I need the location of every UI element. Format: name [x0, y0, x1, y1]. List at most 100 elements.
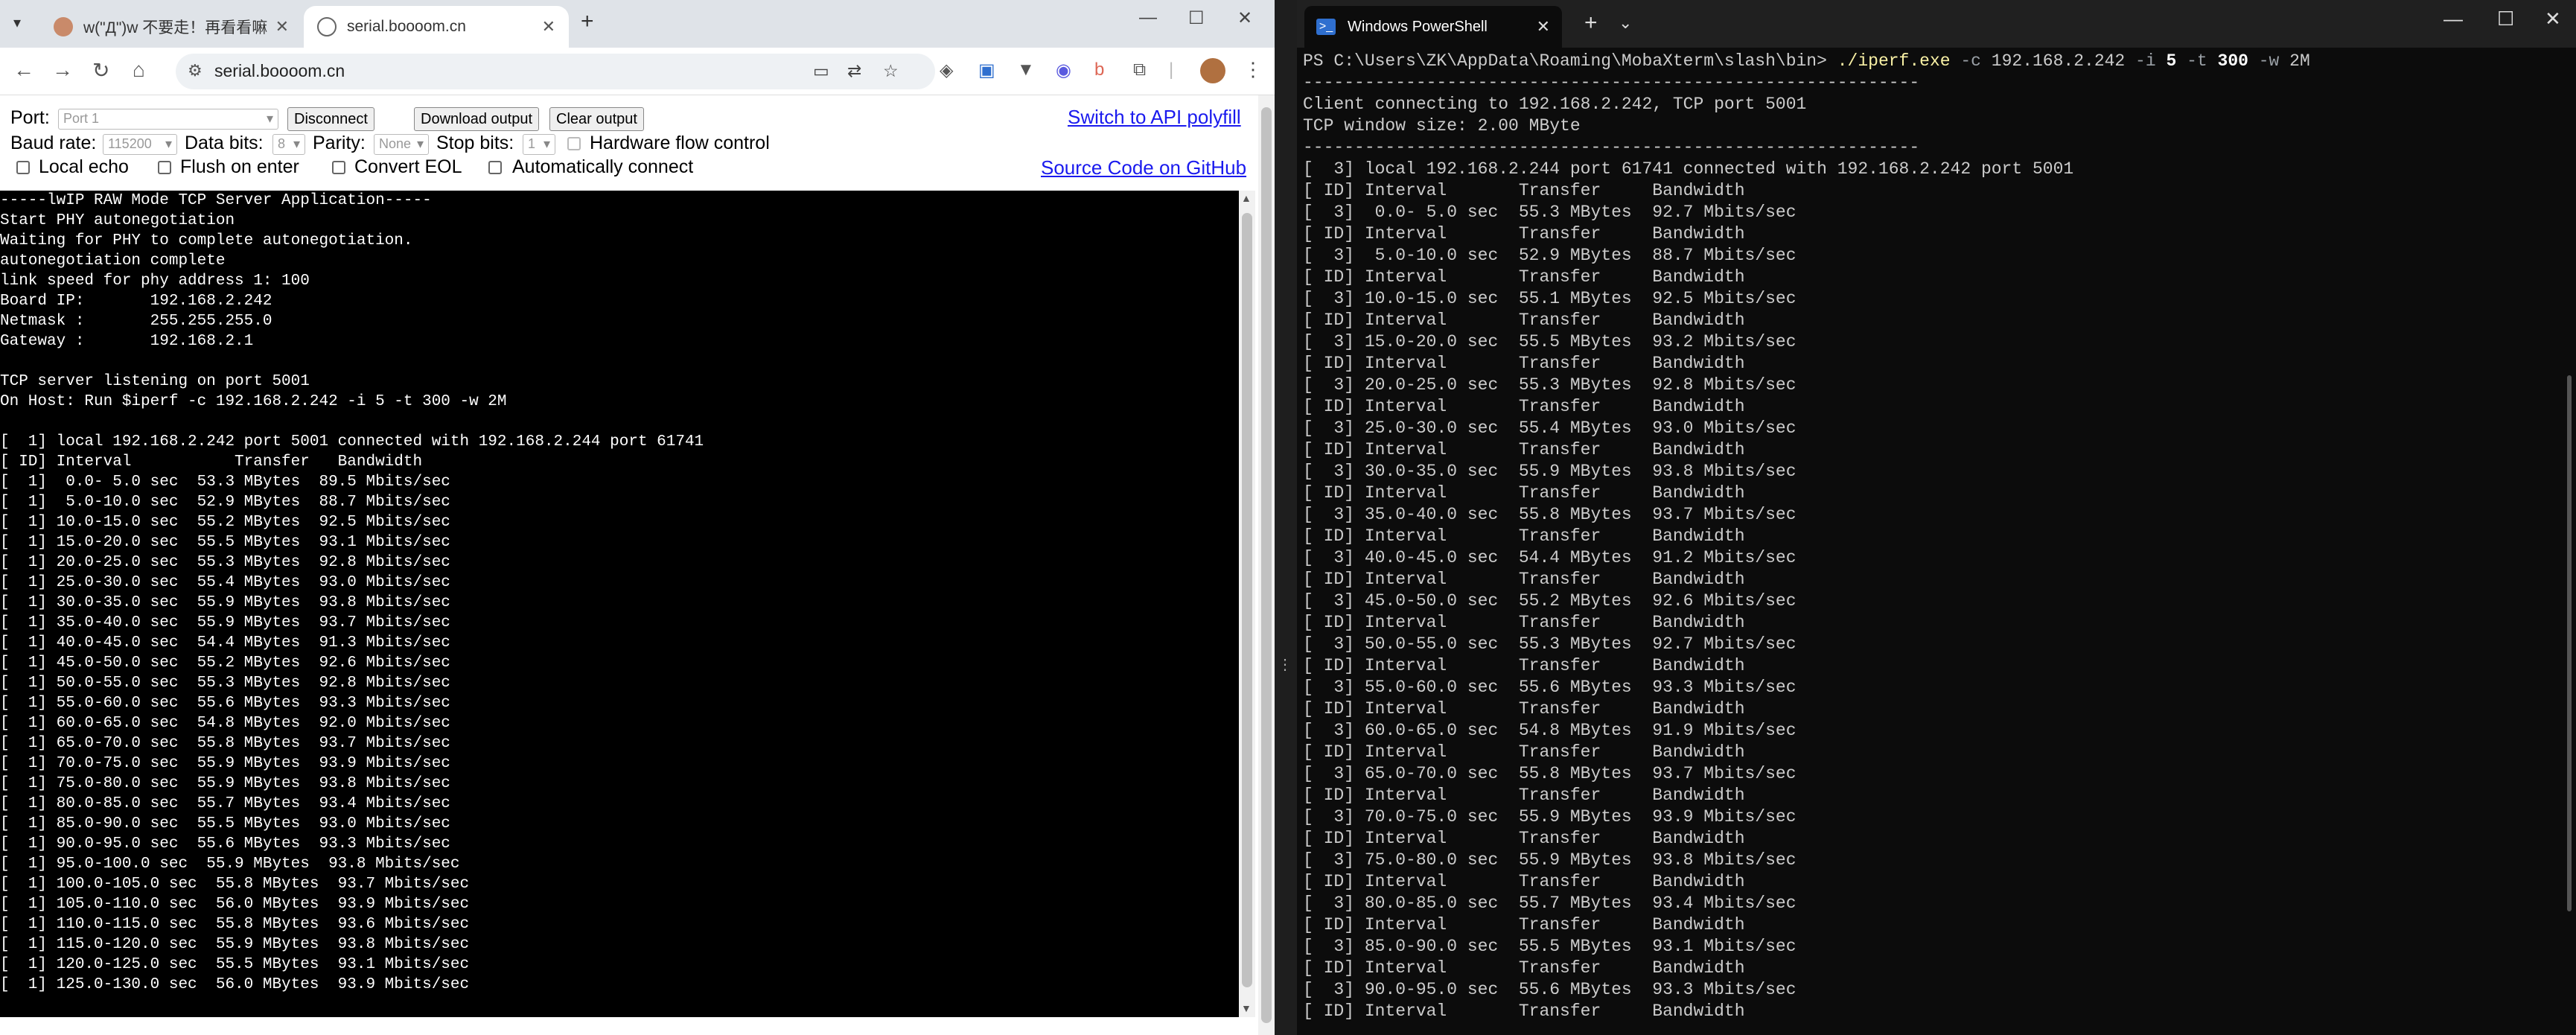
data-bits-select[interactable]: 8 [272, 134, 305, 155]
tab-title: w("Д")w 不要走！再看看嘛！ [83, 19, 270, 36]
output-line: [ ID] Interval Transfer Bandwidth [1303, 526, 1745, 546]
extension-icon[interactable]: ▣ [978, 60, 995, 81]
globe-icon [317, 17, 337, 36]
scrollbar-thumb[interactable] [1242, 213, 1252, 987]
disconnect-button[interactable]: Disconnect [287, 107, 374, 131]
output-line: [ 3] 55.0-60.0 sec 55.6 MBytes 93.3 Mbit… [1303, 678, 1796, 697]
tab-inactive[interactable]: w("Д")w 不要走！再看看嘛！ ✕ [40, 6, 302, 48]
home-icon[interactable]: ⌂ [133, 58, 145, 82]
menu-icon[interactable]: ⋮ [1243, 58, 1263, 81]
port-select[interactable]: Port 1 [58, 109, 278, 130]
terminal-line: TCP server listening on port 5001 [0, 373, 310, 390]
auto-connect-checkbox[interactable] [488, 161, 502, 174]
new-tab-button[interactable]: + [1584, 10, 1598, 36]
terminal-line: Gateway : 192.168.2.1 [0, 333, 254, 350]
output-line: [ ID] Interval Transfer Bandwidth [1303, 656, 1745, 675]
terminal-line: [ 1] 70.0-75.0 sec 55.9 MBytes 93.9 Mbit… [0, 755, 450, 772]
flush-on-enter-checkbox[interactable] [158, 161, 171, 174]
command-line: PS C:\Users\ZK\AppData\Roaming\MobaXterm… [1303, 51, 2310, 72]
hardware-flow-control-checkbox[interactable] [567, 137, 581, 150]
output-line: [ ID] Interval Transfer Bandwidth [1303, 224, 1745, 243]
terminal-line: [ 1] 5.0-10.0 sec 52.9 MBytes 88.7 Mbits… [0, 494, 450, 511]
output-line: [ ID] Interval Transfer Bandwidth [1303, 958, 1745, 978]
clear-output-button[interactable]: Clear output [549, 107, 644, 131]
local-echo-label: Local echo [39, 156, 129, 177]
stop-bits-select[interactable]: 1 [523, 134, 555, 155]
output-line: [ 3] 75.0-80.0 sec 55.9 MBytes 93.8 Mbit… [1303, 850, 1796, 870]
output-line: [ 3] 65.0-70.0 sec 55.8 MBytes 93.7 Mbit… [1303, 764, 1796, 783]
scroll-up-arrow[interactable]: ▲ [1241, 192, 1252, 204]
tab-title: Windows PowerShell [1348, 18, 1488, 35]
output-line: [ ID] Interval Transfer Bandwidth [1303, 483, 1745, 503]
divider: | [1169, 60, 1174, 80]
prompt: PS C:\Users\ZK\AppData\Roaming\MobaXterm… [1303, 51, 1827, 71]
output-line: [ 3] 80.0-85.0 sec 55.7 MBytes 93.4 Mbit… [1303, 894, 1796, 913]
maximize-icon[interactable]: ☐ [1188, 7, 1205, 29]
terminal-line: [ ID] Interval Transfer Bandwidth [0, 453, 423, 471]
source-code-github-link[interactable]: Source Code on GitHub [1041, 156, 1246, 179]
bookmark-star-icon[interactable]: ☆ [883, 61, 899, 81]
terminal-line: [ 1] 110.0-115.0 sec 55.8 MBytes 93.6 Mb… [0, 916, 470, 933]
page-scrollbar[interactable] [1258, 95, 1275, 1035]
browser-toolbar: ← → ↻ ⌂ ⚙ serial.boooom.cn ▭ ⇄ ☆ ◈ ▣ ▼ ◉… [0, 48, 1275, 95]
output-line: [ ID] Interval Transfer Bandwidth [1303, 1001, 1745, 1021]
chevron-down-icon[interactable]: ⌄ [1619, 13, 1632, 33]
terminal-line: Netmask : 255.255.255.0 [0, 313, 272, 330]
site-info-icon[interactable]: ⚙ [188, 61, 203, 80]
address-bar[interactable]: ⚙ serial.boooom.cn ▭ ⇄ ☆ [176, 54, 935, 89]
close-tab-icon[interactable]: ✕ [275, 17, 289, 36]
scrollbar-thumb[interactable] [1261, 107, 1272, 1023]
output-line: [ 3] 40.0-45.0 sec 54.4 MBytes 91.2 Mbit… [1303, 548, 1796, 567]
tab-active[interactable]: serial.boooom.cn ✕ [304, 6, 569, 48]
terminal-line: Start PHY autonegotiation [0, 212, 235, 229]
extensions-puzzle-icon[interactable]: ⧉ [1133, 60, 1146, 80]
terminal-line: [ 1] 0.0- 5.0 sec 53.3 MBytes 89.5 Mbits… [0, 474, 450, 491]
browser-window: ▾ w("Д")w 不要走！再看看嘛！ ✕ serial.boooom.cn ✕… [0, 0, 1275, 1035]
terminal-scrollbar[interactable]: ▲ ▼ [1239, 191, 1255, 1017]
powershell-tab[interactable]: >_ Windows PowerShell ✕ [1304, 6, 1562, 48]
extension-icon[interactable]: ◉ [1056, 60, 1071, 81]
extension-icon[interactable]: b [1094, 60, 1104, 80]
output-line: [ 3] 90.0-95.0 sec 55.6 MBytes 93.3 Mbit… [1303, 980, 1796, 999]
forward-icon[interactable]: → [52, 58, 73, 82]
flush-on-enter-label: Flush on enter [180, 156, 299, 177]
terminal-line: [ 1] 85.0-90.0 sec 55.5 MBytes 93.0 Mbit… [0, 815, 450, 832]
output-line: [ 3] 0.0- 5.0 sec 55.3 MBytes 92.7 Mbits… [1303, 203, 1796, 222]
parity-select[interactable]: None [374, 134, 429, 155]
output-line: [ ID] Interval Transfer Bandwidth [1303, 699, 1745, 719]
baud-rate-select[interactable]: 115200 [103, 134, 177, 155]
command: ./iperf.exe [1837, 51, 1951, 71]
close-window-icon[interactable]: ✕ [1237, 7, 1252, 29]
command-argument: -c [1960, 51, 1981, 71]
maximize-icon[interactable]: ☐ [2497, 7, 2514, 31]
install-app-icon[interactable]: ▭ [813, 61, 829, 81]
back-icon[interactable]: ← [13, 58, 34, 82]
output-line: [ 3] 5.0-10.0 sec 52.9 MBytes 88.7 Mbits… [1303, 246, 1796, 265]
tab-search-icon[interactable]: ▾ [13, 13, 21, 32]
close-tab-icon[interactable]: ✕ [542, 17, 555, 36]
extension-icon[interactable]: ◈ [940, 60, 953, 81]
minimize-icon[interactable]: — [1139, 7, 1157, 28]
output-line: TCP window size: 2.00 MByte [1303, 116, 1581, 136]
close-tab-icon[interactable]: ✕ [1537, 17, 1550, 36]
terminal-line: [ 1] 115.0-120.0 sec 55.9 MBytes 93.8 Mb… [0, 936, 470, 953]
minimize-icon[interactable]: — [2443, 7, 2463, 31]
convert-eol-checkbox[interactable] [332, 161, 345, 174]
port-value: Port 1 [63, 111, 100, 126]
scrollbar-thumb[interactable] [2567, 375, 2572, 911]
local-echo-checkbox[interactable] [16, 161, 30, 174]
terminal-line: [ 1] local 192.168.2.242 port 5001 conne… [0, 433, 704, 450]
powershell-scrollbar[interactable] [2563, 48, 2576, 1035]
scroll-down-arrow[interactable]: ▼ [1241, 1002, 1252, 1014]
terminal-line: Board IP: 192.168.2.242 [0, 293, 272, 310]
output-line: [ ID] Interval Transfer Bandwidth [1303, 613, 1745, 632]
translate-icon[interactable]: ⇄ [847, 61, 861, 81]
profile-avatar[interactable] [1200, 58, 1225, 83]
switch-api-polyfill-link[interactable]: Switch to API polyfill [1068, 106, 1241, 129]
new-tab-button[interactable]: + [581, 9, 594, 34]
close-window-icon[interactable]: ✕ [2545, 7, 2561, 31]
download-output-button[interactable]: Download output [414, 107, 540, 131]
reload-icon[interactable]: ↻ [92, 58, 109, 83]
serial-terminal-output[interactable]: -----lwIP RAW Mode TCP Server Applicatio… [0, 191, 1239, 1017]
extension-icon[interactable]: ▼ [1017, 60, 1035, 80]
